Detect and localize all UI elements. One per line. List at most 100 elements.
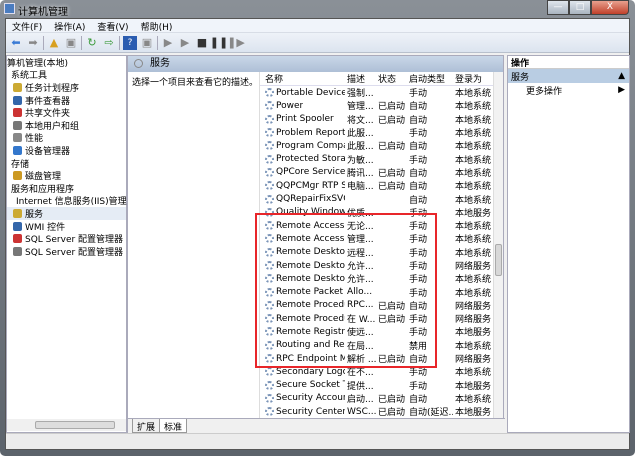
list-header: 名称 描述 状态 启动类型 登录为 [260, 72, 503, 86]
refresh-icon[interactable]: ↻ [85, 36, 99, 50]
menu-file[interactable]: 文件(F) [6, 19, 48, 33]
service-name: Portable Device ... [260, 88, 345, 98]
menu-view[interactable]: 查看(V) [91, 19, 134, 33]
service-logon: 本地服务 [455, 328, 491, 339]
service-row[interactable]: Problem Report...此服... 手动 本地系统 [260, 126, 503, 139]
scrollbar-thumb[interactable] [495, 244, 502, 276]
tree-item[interactable]: 设备管理器 [7, 144, 126, 157]
menu-help[interactable]: 帮助(H) [135, 19, 179, 33]
tree-item-label: 算机管理(本地) [7, 58, 69, 69]
tree-item[interactable]: 服务 [7, 207, 126, 220]
service-row[interactable]: Portable Device ...强制... 手动 本地系统 [260, 86, 503, 99]
tree-item[interactable]: 本地用户和组 [7, 119, 126, 132]
column-status[interactable]: 状态 [376, 72, 407, 85]
show-tree-icon[interactable]: ▣ [64, 36, 78, 50]
service-row[interactable]: Program Compa...此服... 已启动自动 本地系统 [260, 139, 503, 152]
tree-item[interactable]: 存储 [7, 157, 126, 170]
vertical-scrollbar[interactable] [493, 72, 503, 418]
service-logon: 本地系统 [455, 129, 491, 140]
tree-item[interactable]: 系统工具 [7, 69, 126, 81]
tree-item[interactable]: WMI 控件 [7, 220, 126, 233]
service-status: 已启动 [378, 102, 406, 113]
minimize-button[interactable]: — [547, 0, 569, 15]
service-name: QQPCMgr RTP S... [260, 181, 345, 191]
tree-item[interactable]: SQL Server 配置管理器 [7, 245, 126, 258]
service-name-text: QQPCMgr RTP S... [276, 180, 345, 191]
actions-section[interactable]: 服务 ▲ [508, 69, 629, 83]
service-row[interactable]: Secure Socket T...提供... 手动 本地服务 [260, 379, 503, 392]
service-startup-type: 自动 [409, 102, 428, 113]
service-gear-icon [265, 167, 274, 177]
service-name: Secondary Logon [260, 367, 345, 377]
export-icon[interactable]: ⇨ [102, 36, 116, 50]
start-alt-icon[interactable]: ▶ [178, 36, 192, 50]
service-logon: 本地系统 [455, 142, 491, 153]
column-description[interactable]: 描述 [345, 72, 376, 85]
tree-item[interactable]: 磁盘管理 [7, 169, 126, 182]
submenu-arrow-icon: ▶ [618, 85, 625, 95]
service-gear-icon [265, 194, 274, 204]
pause-icon[interactable]: ❚❚ [210, 36, 228, 50]
service-description: 将文... [347, 115, 374, 126]
service-name-text: Protected Storage [276, 154, 345, 165]
service-row[interactable]: Protected Storage为敏... 手动 本地系统 [260, 152, 503, 166]
tree-item[interactable]: Internet 信息服务(IIS)管理器 [7, 195, 136, 207]
tree-item[interactable]: SQL Server 配置管理器 [7, 232, 126, 245]
tree-item[interactable]: 任务计划程序 [7, 81, 126, 94]
service-row[interactable]: Power 管理... 已启动 自动 本地系统 [260, 99, 503, 112]
service-name: Problem Report... [260, 128, 345, 138]
start-icon[interactable]: ▶ [161, 36, 175, 50]
tab-extended[interactable]: 扩展 [132, 419, 161, 433]
service-row[interactable]: QQRepairFixSVC 自动 本地系统 [260, 192, 503, 206]
tree-item-label: 本地用户和组 [25, 121, 80, 132]
tree-horizontal-scrollbar[interactable] [7, 419, 126, 431]
service-startup-type: 手动 [409, 129, 428, 140]
tree-item[interactable]: 性能 [7, 132, 126, 144]
service-startup-type: 自动(延迟... [409, 408, 453, 419]
maximize-button[interactable]: □ [569, 0, 591, 15]
service-logon: 本地系统 [455, 235, 491, 246]
column-startup-type[interactable]: 启动类型 [407, 72, 453, 85]
service-status: 已启动 [378, 142, 406, 153]
help-icon[interactable]: ? [123, 35, 137, 50]
column-logon-as[interactable]: 登录为 [453, 72, 491, 85]
service-name: Secure Socket T... [260, 380, 345, 390]
tree-item[interactable]: 事件查看器 [7, 94, 126, 107]
column-name[interactable]: 名称 [260, 72, 345, 85]
service-row[interactable]: Security Center WSC... 已启动 自动(延迟... 本地服务 [260, 405, 503, 418]
service-description: WSC... [347, 406, 376, 417]
service-startup-type: 自动 [409, 182, 428, 193]
collapse-icon[interactable]: ▲ [618, 71, 625, 81]
service-logon: 本地系统 [455, 341, 491, 352]
service-row[interactable]: Print Spooler 将文... 已启动 自动 本地系统 [260, 113, 503, 126]
service-logon: 本地系统 [455, 182, 491, 193]
tree-item-label: 任务计划程序 [25, 83, 80, 94]
service-description: 为敏... [347, 155, 374, 166]
tree-node-icon [13, 133, 22, 143]
service-row[interactable]: QQPCMgr RTP S...电脑... 已启动自动 本地系统 [260, 179, 503, 192]
service-logon: 本地系统 [455, 394, 491, 405]
close-button[interactable]: X [591, 0, 629, 15]
service-row[interactable]: QPCore Service 腾讯... 已启动 自动 本地系统 [260, 166, 503, 179]
more-actions[interactable]: 更多操作 ▶ [508, 83, 629, 97]
tree-item[interactable]: 服务和应用程序 [7, 182, 126, 195]
back-icon[interactable]: ⬅ [9, 36, 23, 50]
service-logon: 本地系统 [455, 115, 491, 126]
forward-icon[interactable]: ➡ [26, 36, 40, 50]
menu-action[interactable]: 操作(A) [48, 19, 91, 33]
service-description: 此服... [347, 129, 374, 140]
stop-icon[interactable]: ■ [195, 36, 209, 50]
restart-icon[interactable]: ❚▶ [227, 36, 245, 50]
up-folder-icon[interactable]: ▲ [47, 36, 61, 50]
service-logon: 本地服务 [455, 381, 491, 392]
service-logon: 本地系统 [455, 155, 491, 166]
status-bar [6, 433, 629, 449]
tab-standard[interactable]: 标准 [159, 419, 188, 433]
service-row[interactable]: Security Account...启动... 已启动自动 本地系统 [260, 392, 503, 405]
action-pane-icon[interactable]: ▣ [140, 36, 154, 50]
tree-item[interactable]: 算机管理(本地) [7, 56, 126, 69]
tree-node-icon [13, 208, 22, 218]
tree-item[interactable]: 共享文件夹 [7, 106, 126, 119]
title-bar: 计算机管理 — □ X [0, 0, 635, 18]
service-logon: 本地系统 [455, 102, 491, 113]
